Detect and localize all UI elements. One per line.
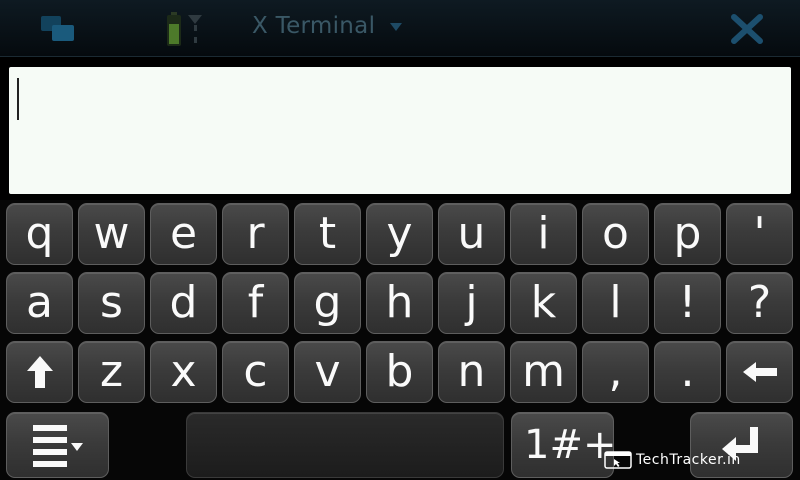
key-h[interactable]: h (366, 272, 433, 334)
key-a[interactable]: a (6, 272, 73, 334)
key-v[interactable]: v (294, 341, 361, 403)
key-g[interactable]: g (294, 272, 361, 334)
key-y[interactable]: y (366, 203, 433, 265)
key-e[interactable]: e (150, 203, 217, 265)
text-entry-field[interactable] (9, 67, 791, 194)
key-comma[interactable]: , (582, 341, 649, 403)
key-j[interactable]: j (438, 272, 505, 334)
key-k[interactable]: k (510, 272, 577, 334)
key-z[interactable]: z (78, 341, 145, 403)
browser-window-icon (604, 451, 632, 469)
key-b[interactable]: b (366, 341, 433, 403)
symbols-key[interactable]: 1#+ (511, 412, 614, 478)
key-q[interactable]: q (6, 203, 73, 265)
key-n[interactable]: n (438, 341, 505, 403)
key-period[interactable]: . (654, 341, 721, 403)
watermark: TechTracker.in (604, 449, 741, 471)
key-t[interactable]: t (294, 203, 361, 265)
space-key[interactable] (186, 412, 504, 478)
keyboard-menu-icon (32, 425, 83, 467)
key-f[interactable]: f (222, 272, 289, 334)
text-cursor (17, 78, 19, 120)
keyboard-menu-button[interactable] (6, 412, 109, 478)
status-bar: X Terminal (0, 0, 800, 57)
backspace-key[interactable] (726, 341, 793, 403)
key-exclamation[interactable]: ! (654, 272, 721, 334)
key-r[interactable]: r (222, 203, 289, 265)
close-icon[interactable] (731, 14, 763, 44)
app-title[interactable]: X Terminal (252, 13, 375, 39)
key-u[interactable]: u (438, 203, 505, 265)
chevron-down-icon[interactable] (389, 22, 403, 32)
key-question[interactable]: ? (726, 272, 793, 334)
key-i[interactable]: i (510, 203, 577, 265)
key-l[interactable]: l (582, 272, 649, 334)
shift-key[interactable] (6, 341, 73, 403)
task-switcher-icon[interactable] (38, 14, 78, 44)
key-o[interactable]: o (582, 203, 649, 265)
key-p[interactable]: p (654, 203, 721, 265)
key-c[interactable]: c (222, 341, 289, 403)
watermark-text: TechTracker.in (636, 452, 741, 468)
key-m[interactable]: m (510, 341, 577, 403)
backspace-arrow-icon (742, 362, 777, 382)
key-w[interactable]: w (78, 203, 145, 265)
key-apostrophe[interactable]: ' (726, 203, 793, 265)
key-s[interactable]: s (78, 272, 145, 334)
key-d[interactable]: d (150, 272, 217, 334)
key-x[interactable]: x (150, 341, 217, 403)
shift-arrow-icon (26, 356, 53, 388)
battery-icon (167, 12, 202, 46)
